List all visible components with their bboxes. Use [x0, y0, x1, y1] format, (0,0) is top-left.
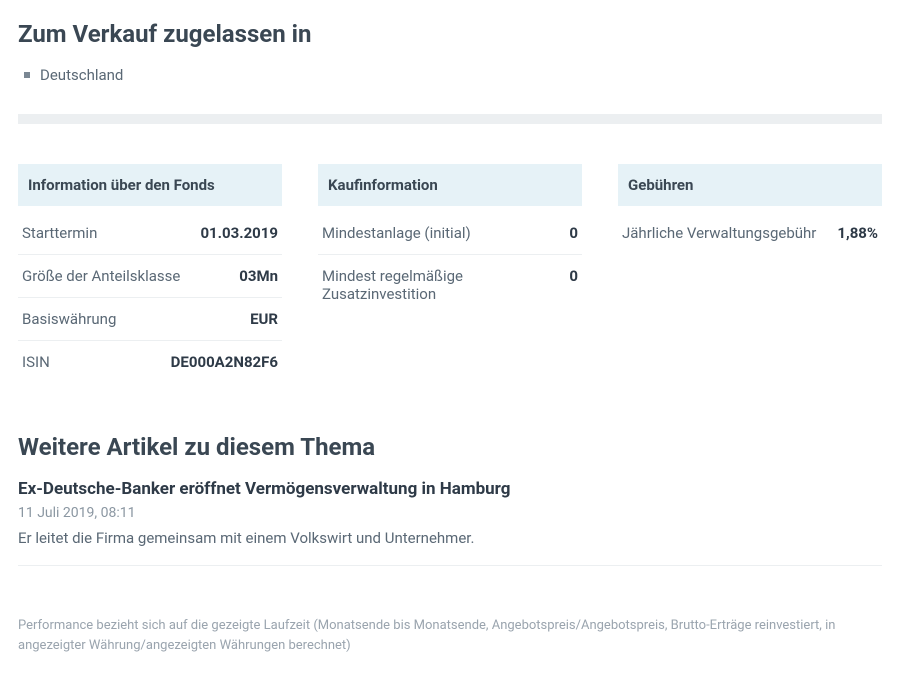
table-row: ISIN DE000A2N82F6	[18, 341, 282, 383]
row-value: EUR	[250, 310, 278, 328]
table-row: Mindestanlage (initial) 0	[318, 212, 582, 255]
row-label: Starttermin	[22, 224, 188, 242]
row-value: 1,88%	[837, 224, 878, 242]
row-label: Mindest regelmäßige Zusatzinvestition	[322, 267, 557, 303]
row-label: Jährliche Verwaltungsgebühr	[622, 224, 825, 242]
row-value: 0	[569, 267, 578, 285]
table-row: Jährliche Verwaltungsgebühr 1,88%	[618, 212, 882, 254]
row-label: Basiswährung	[22, 310, 238, 328]
article-date: 11 Juli 2019, 08:11	[18, 505, 882, 521]
table-row: Starttermin 01.03.2019	[18, 212, 282, 255]
article-item[interactable]: Ex-Deutsche-Banker eröffnet Vermögensver…	[18, 479, 882, 547]
article-divider	[18, 565, 882, 566]
row-value: 0	[569, 224, 578, 242]
table-row: Größe der Anteilsklasse 03Mn	[18, 255, 282, 298]
performance-footnote: Performance bezieht sich auf die gezeigt…	[18, 616, 838, 655]
allowed-list: Deutschland	[24, 66, 882, 84]
row-label: Größe der Anteilsklasse	[22, 267, 227, 285]
row-label: ISIN	[22, 353, 159, 371]
fund-info-header: Information über den Fonds	[18, 164, 282, 206]
table-row: Basiswährung EUR	[18, 298, 282, 341]
row-value: DE000A2N82F6	[171, 353, 278, 371]
purchase-info-column: Kaufinformation Mindestanlage (initial) …	[318, 164, 582, 383]
allowed-heading: Zum Verkauf zugelassen in	[18, 20, 882, 48]
related-heading: Weitere Artikel zu diesem Thema	[18, 433, 882, 461]
purchase-info-header: Kaufinformation	[318, 164, 582, 206]
allowed-country: Deutschland	[40, 66, 123, 84]
row-label: Mindestanlage (initial)	[322, 224, 557, 242]
allowed-item: Deutschland	[24, 66, 882, 84]
row-value: 01.03.2019	[200, 224, 278, 242]
bullet-icon	[24, 72, 30, 78]
fees-header: Gebühren	[618, 164, 882, 206]
table-row: Mindest regelmäßige Zusatzinvestition 0	[318, 255, 582, 315]
row-value: 03Mn	[239, 267, 278, 285]
fees-column: Gebühren Jährliche Verwaltungsgebühr 1,8…	[618, 164, 882, 383]
info-columns: Information über den Fonds Starttermin 0…	[18, 164, 882, 383]
article-summary: Er leitet die Firma gemeinsam mit einem …	[18, 529, 882, 547]
article-title: Ex-Deutsche-Banker eröffnet Vermögensver…	[18, 479, 882, 499]
section-separator	[18, 114, 882, 124]
fund-info-column: Information über den Fonds Starttermin 0…	[18, 164, 282, 383]
